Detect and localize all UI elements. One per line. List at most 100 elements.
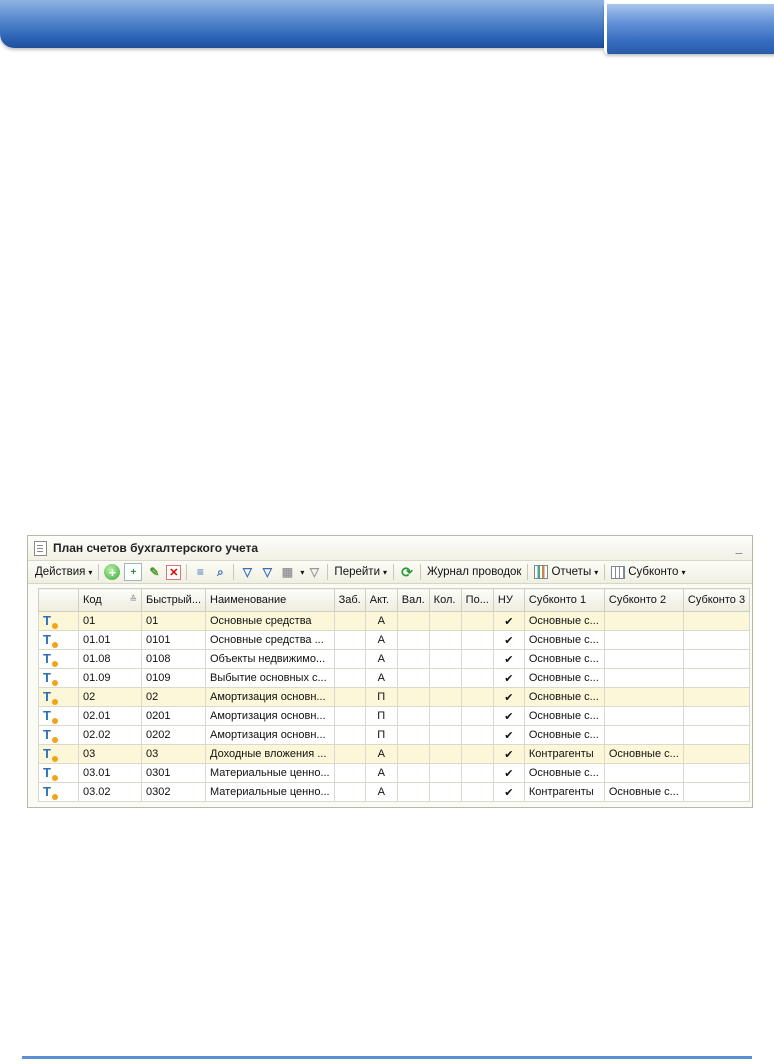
sort-icon: ≙ [129,594,137,604]
chevron-down-icon: ▾ [681,567,686,577]
table-row[interactable]: T 02.01 0201 Амортизация основн... П ✔ Основны… [38,706,751,726]
cell-subconto-2 [603,668,684,688]
cell-quantity [428,649,462,669]
column-header-quantity[interactable]: Кол. [428,588,462,612]
cell-subconto-1: Основные с... [523,649,605,669]
filter-clear-icon[interactable]: ▽ [306,564,322,580]
find-icon[interactable]: ⌕ [212,564,228,580]
subconto-menu[interactable]: Субконто ▾ [608,563,688,581]
table-row[interactable]: T 02 02 Амортизация основн... П ✔ Основные с..… [38,687,751,707]
add-icon[interactable]: + [104,564,121,580]
column-header-subconto-2[interactable]: Субконто 2 [603,588,684,612]
cell-code: 02.01 [78,706,142,726]
checkmark-icon: ✔ [492,744,525,764]
table-row[interactable]: T 03.01 0301 Материальные ценно... А ✔ Основны… [38,763,751,783]
cell-divisions [460,630,494,650]
cell-currency [396,649,430,669]
table-row[interactable]: T 03 03 Доходные вложения ... А ✔ Контрагенты О… [38,744,751,764]
cell-divisions [460,725,494,745]
cell-subconto-2 [603,630,684,650]
column-header-name[interactable]: Наименование [205,588,335,612]
column-header-icon[interactable] [38,588,79,612]
goto-menu[interactable]: Перейти ▾ [331,563,390,581]
checkmark-icon: ✔ [492,763,525,783]
column-header-code[interactable]: Код ≙ [78,588,142,612]
cell-subconto-2 [603,687,684,707]
cell-quick: 0301 [141,763,206,783]
table-row[interactable]: T 03.02 0302 Материальные ценно... А ✔ Контраг… [38,782,751,802]
cell-quick: 01 [141,611,206,631]
cell-name: Основные средства ... [205,630,335,650]
hierarchy-icon[interactable]: ≡ [192,564,208,580]
checkmark-icon: ✔ [492,630,525,650]
cell-quantity [428,668,462,688]
actions-menu[interactable]: Действия ▾ [32,563,95,581]
checkmark-icon: ✔ [492,668,525,688]
cell-name: Объекты недвижимо... [205,649,335,669]
account-type-icon: T [43,652,58,667]
checkmark-icon: ✔ [492,687,525,707]
journal-button[interactable]: Журнал проводок [424,563,524,581]
toolbar-divider [327,564,329,580]
cell-name: Выбытие основных с... [205,668,335,688]
cell-quantity [428,687,462,707]
cell-name: Материальные ценно... [205,782,335,802]
column-header-tax[interactable]: НУ [492,588,525,612]
cell-subconto-1: Контрагенты [523,782,605,802]
column-header-subconto-1[interactable]: Субконто 1 [523,588,605,612]
cell-currency [396,668,430,688]
account-type-icon: T [43,614,58,629]
document-header-bar [0,0,604,48]
column-header-quick[interactable]: Быстрый... [141,588,206,612]
minimize-button[interactable]: _ [732,541,746,555]
cell-name: Амортизация основн... [205,725,335,745]
cell-divisions [460,687,494,707]
filter-set-icon[interactable]: ▽ [239,564,255,580]
table-row[interactable]: T 01.09 0109 Выбытие основных с... А ✔ Основны… [38,668,751,688]
table-row[interactable]: T 01.01 0101 Основные средства ... А ✔ Основны… [38,630,751,650]
toolbar-divider [604,564,606,580]
filter-list-icon[interactable]: ▦ [279,564,295,580]
cell-subconto-1: Основные с... [523,630,605,650]
cell-off-balance [333,649,366,669]
checkmark-icon: ✔ [492,706,525,726]
cell-subconto-1: Основные с... [523,687,605,707]
copy-icon[interactable]: + [124,563,143,581]
cell-subconto-2 [603,611,684,631]
cell-subconto-3 [682,744,751,764]
chevron-down-icon: ▾ [383,567,388,577]
table-row[interactable]: T 01 01 Основные средства А ✔ Основные с... [38,611,751,631]
column-header-type[interactable]: Акт. [364,588,398,612]
pencil-icon[interactable]: ✎ [146,564,162,580]
cell-divisions [460,706,494,726]
column-header-off-balance[interactable]: Заб. [333,588,366,612]
toolbar-divider [233,564,235,580]
reports-menu-label: Отчеты [551,566,592,578]
subconto-menu-label: Субконто [628,566,679,578]
cell-subconto-1: Основные с... [523,725,605,745]
cell-quick: 03 [141,744,206,764]
reports-menu[interactable]: Отчеты ▾ [531,563,601,581]
cell-subconto-3 [682,649,751,669]
delete-icon[interactable]: ✕ [166,564,182,580]
table-icon [611,565,626,579]
column-header-currency[interactable]: Вал. [396,588,430,612]
cell-subconto-2: Основные с... [603,744,684,764]
cell-code: 03 [78,744,142,764]
cell-name: Доходные вложения ... [205,744,335,764]
cell-off-balance [333,687,366,707]
cell-subconto-3 [682,782,751,802]
filter-value-icon[interactable]: ▽ [259,564,275,580]
cell-quick: 0302 [141,782,206,802]
cell-name: Амортизация основн... [205,706,335,726]
chevron-down-icon[interactable]: ▾ [300,568,304,577]
column-header-subconto-3[interactable]: Субконто 3 [682,588,751,612]
table-row[interactable]: T 02.02 0202 Амортизация основн... П ✔ Основны… [38,725,751,745]
refresh-icon[interactable]: ⟳ [399,564,415,580]
chart-icon [534,565,549,579]
cell-quick: 0202 [141,725,206,745]
cell-quantity [428,744,462,764]
table-row[interactable]: T 01.08 0108 Объекты недвижимо... А ✔ Основные… [38,649,751,669]
account-type-icon: T [43,728,58,743]
column-header-divisions[interactable]: По... [460,588,494,612]
